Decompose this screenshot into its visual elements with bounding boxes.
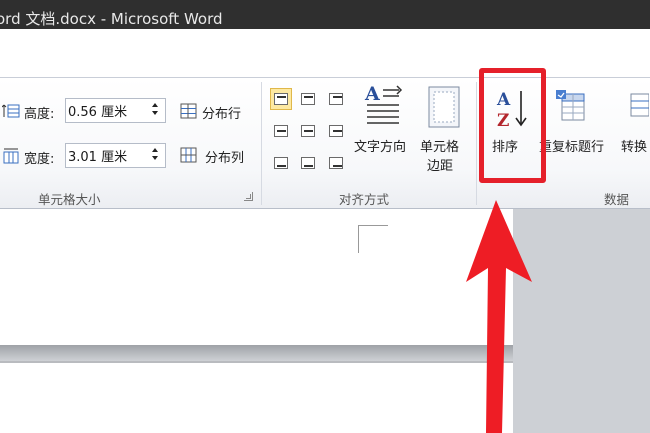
height-input[interactable] — [68, 101, 148, 120]
width-input[interactable] — [68, 146, 148, 165]
text-direction-button[interactable]: A 文字方向 — [352, 82, 416, 155]
cell-margins-label-line1: 单元格 — [420, 140, 460, 155]
document-page[interactable] — [0, 209, 513, 345]
group-separator — [261, 82, 262, 205]
row-height-icon — [2, 104, 20, 118]
annotation-arrow-shape — [466, 200, 532, 433]
align-middle-left-button[interactable] — [270, 120, 292, 142]
repeat-header-rows-button[interactable]: 重复标题行 — [538, 80, 618, 172]
align-bottom-left-button[interactable] — [270, 152, 292, 174]
distribute-columns-label: 分布列 — [205, 151, 245, 166]
distribute-rows-label: 分布行 — [202, 107, 242, 122]
annotation-arrow — [466, 200, 532, 433]
text-direction-icon: A — [364, 84, 403, 124]
align-middle-center-button[interactable] — [297, 120, 319, 142]
align-bottom-center-button[interactable] — [297, 152, 319, 174]
width-label: 宽度: — [24, 152, 55, 167]
cell-margins-button[interactable]: 单元格 边距 — [418, 82, 470, 174]
page-corner-mark — [358, 225, 388, 253]
convert-to-text-icon — [630, 93, 649, 117]
ribbon: 高度: 宽度: 分布行 — [0, 77, 650, 209]
distribute-columns-button[interactable]: 分布列 — [180, 144, 254, 166]
convert-label: 转换 — [621, 140, 648, 155]
repeat-header-rows-icon — [556, 90, 585, 121]
column-width-icon — [3, 148, 19, 164]
document-page[interactable] — [0, 361, 513, 433]
alignment-group-label: 对齐方式 — [339, 192, 390, 207]
distribute-rows-icon — [180, 103, 197, 119]
align-top-center-button[interactable] — [297, 88, 319, 110]
repeat-header-rows-label: 重复标题行 — [539, 140, 605, 155]
sort-highlight-box — [479, 68, 546, 183]
document-area[interactable] — [0, 209, 650, 433]
align-top-right-button[interactable] — [325, 88, 347, 110]
group-separator — [476, 82, 477, 205]
distribute-rows-button[interactable]: 分布行 — [180, 100, 254, 122]
distribute-columns-icon — [180, 147, 197, 163]
cell-size-dialog-launcher[interactable] — [244, 192, 253, 201]
cell-size-group-label: 单元格大小 — [38, 192, 101, 207]
align-bottom-right-button[interactable] — [325, 152, 347, 174]
text-direction-label: 文字方向 — [354, 140, 407, 155]
cell-margins-icon — [428, 86, 460, 128]
width-spinner[interactable] — [65, 143, 166, 168]
svg-text:A: A — [364, 84, 380, 105]
height-spin-arrows[interactable] — [151, 101, 159, 120]
data-group-label: 数据 — [604, 192, 630, 207]
page-gap — [0, 345, 513, 361]
cell-margins-label-line2: 边距 — [427, 159, 454, 174]
convert-to-text-button[interactable]: 转换 — [619, 80, 650, 172]
height-spinner[interactable] — [65, 98, 166, 123]
title-bar: ord 文档.docx - Microsoft Word — [0, 0, 650, 29]
height-label: 高度: — [24, 107, 55, 122]
align-top-left-button[interactable] — [270, 88, 292, 110]
align-middle-right-button[interactable] — [325, 120, 347, 142]
width-spin-arrows[interactable] — [151, 146, 159, 165]
ribbon-tab-area — [0, 29, 650, 77]
window-title: ord 文档.docx - Microsoft Word — [0, 10, 223, 28]
